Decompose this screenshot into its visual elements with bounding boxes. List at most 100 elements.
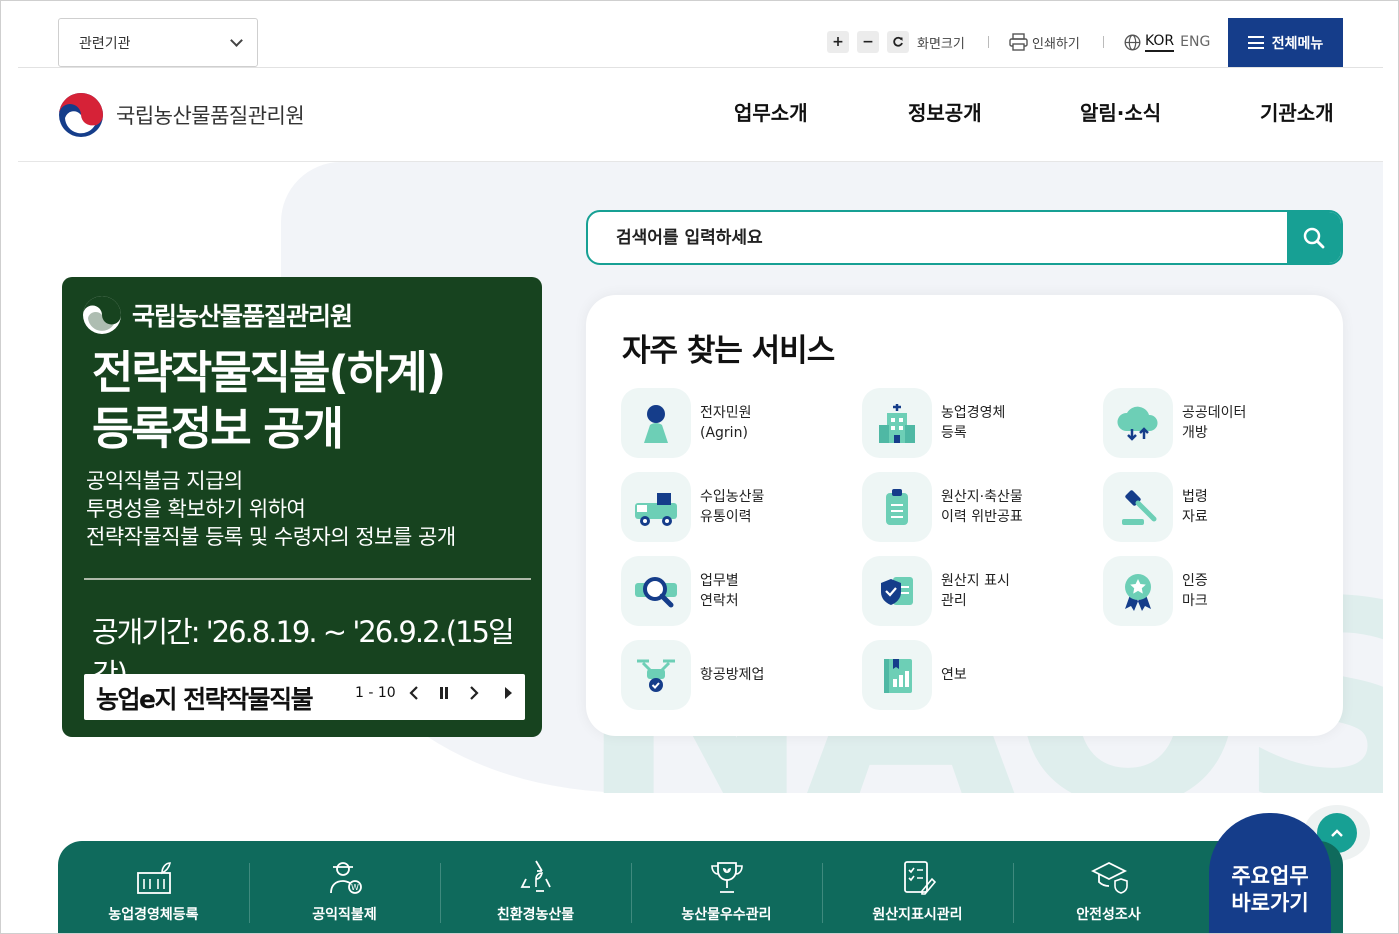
service-label: 공공데이터 개방 <box>1182 405 1247 441</box>
banner-title-line: 등록정보 공개 <box>92 402 344 455</box>
taegeuk-emblem-icon <box>59 93 103 137</box>
service-label: 전자민원 (Agrin) <box>700 405 752 441</box>
service-item-cert-mark[interactable]: 인증 마크 <box>1103 556 1208 626</box>
service-label: 연보 <box>941 667 967 683</box>
quick-label: 농산물우수관리 <box>681 907 772 923</box>
trophy-leaf-icon <box>711 862 743 893</box>
banner-desc-line: 공익직불금 지급의 <box>86 469 243 493</box>
service-label: 업무별 연락처 <box>700 573 739 609</box>
gavel-icon <box>1122 490 1157 525</box>
service-item-aerial-pest[interactable]: 항공방제업 <box>621 640 764 710</box>
banner-title: 전략작물직불(하계) 등록정보 공개 <box>92 345 446 457</box>
globe-icon <box>1124 34 1141 50</box>
language-switch: KOR ENG <box>1124 30 1210 54</box>
nav-item-disclosure[interactable]: 정보공개 <box>908 97 982 126</box>
recycle-leaf-icon <box>520 860 551 892</box>
frequent-services-panel: 자주 찾는 서비스 전자민원 (Agrin) 농업경영체 등록 공공데이터 개방… <box>586 295 1343 736</box>
banner-link[interactable]: 농업e지 전략작물직불 <box>96 680 321 716</box>
service-label: 수입농산물 유통이력 <box>700 489 765 525</box>
zoom-label: 화면크기 <box>917 36 965 52</box>
service-item-import-history[interactable]: 수입농산물 유통이력 <box>621 472 764 542</box>
search-box <box>586 210 1343 265</box>
printer-icon <box>1009 33 1028 51</box>
quick-item-eco-products[interactable]: 친환경농산물 <box>440 841 631 933</box>
emblem-icon <box>83 296 121 334</box>
banner-play-button[interactable] <box>502 684 514 707</box>
search-button[interactable] <box>1287 212 1341 263</box>
zoom-out-button[interactable]: − <box>857 31 879 53</box>
chevron-down-icon <box>230 33 243 47</box>
divider <box>988 36 989 48</box>
refresh-icon <box>893 36 903 47</box>
lang-kor-link[interactable]: KOR <box>1145 33 1175 52</box>
promo-banner[interactable]: 국립농산물품질관리원 전략작물직불(하계) 등록정보 공개 공익직불금 지급의 … <box>62 277 542 737</box>
service-item-origin-violation[interactable]: 원산지·축산물 이력 위반공표 <box>862 472 1023 542</box>
all-menu-button[interactable]: 전체메뉴 <box>1228 18 1343 67</box>
banner-counter: 1 - 10 <box>355 685 396 701</box>
lang-eng-link[interactable]: ENG <box>1180 34 1210 50</box>
service-label: 인증 마크 <box>1182 573 1208 609</box>
quick-label: 공익직불제 <box>312 907 377 923</box>
divider <box>18 67 1383 68</box>
quick-item-gap[interactable]: 농산물우수관리 <box>631 841 822 933</box>
related-org-select[interactable]: 관련기관 <box>58 18 258 67</box>
cloud-icon <box>1117 406 1158 441</box>
quick-service-bar: 농업경영체등록 W 공익직불제 친환경농산물 농산물우수관리 원산지표시관리 안… <box>58 841 1343 933</box>
service-item-contacts[interactable]: 업무별 연락처 <box>621 556 739 626</box>
banner-pause-button[interactable] <box>438 684 450 707</box>
zoom-reset-button[interactable] <box>887 31 909 53</box>
clipboard-icon <box>886 489 908 525</box>
nav-item-about[interactable]: 기관소개 <box>1260 97 1334 126</box>
services-title: 자주 찾는 서비스 <box>622 333 835 369</box>
banner-prev-button[interactable] <box>408 684 420 707</box>
shield-document-icon <box>881 577 913 605</box>
main-tasks-label: 바로가기 <box>1231 891 1309 915</box>
zoom-controls: + − 화면크기 <box>827 30 965 54</box>
service-label: 법령 자료 <box>1182 489 1208 525</box>
drone-icon <box>637 659 675 692</box>
search-input[interactable] <box>588 212 1288 263</box>
quick-item-farm-register[interactable]: 농업경영체등록 <box>58 841 249 933</box>
banner-desc-line: 투명성을 확보하기 위하여 <box>86 497 306 521</box>
farm-building-icon <box>137 862 171 894</box>
site-logo[interactable]: 국립농산물품질관리원 <box>58 92 305 138</box>
quick-item-safety-survey[interactable]: 안전성조사 <box>1013 841 1204 933</box>
play-icon <box>505 687 512 699</box>
service-item-annual-report[interactable]: 연보 <box>862 640 967 710</box>
search-magnifier-icon <box>635 577 677 608</box>
nav-item-work[interactable]: 업무소개 <box>734 97 808 126</box>
main-tasks-label: 주요업무 <box>1231 864 1309 888</box>
zoom-in-button[interactable]: + <box>827 31 849 53</box>
org-name: 국립농산물품질관리원 <box>116 104 305 128</box>
quick-item-origin-label[interactable]: 원산지표시관리 <box>822 841 1013 933</box>
chevron-up-icon <box>1331 829 1343 837</box>
print-button[interactable]: 인쇄하기 <box>1009 30 1080 54</box>
hamburger-icon <box>1247 36 1264 49</box>
banner-title-line: 전략작물직불(하계) <box>92 346 446 399</box>
quick-item-direct-payment[interactable]: W 공익직불제 <box>249 841 440 933</box>
nav-item-news[interactable]: 알림·소식 <box>1080 97 1161 126</box>
building-icon <box>879 404 915 443</box>
search-icon <box>1303 227 1325 248</box>
service-item-farm-register[interactable]: 농업경영체 등록 <box>862 388 1005 458</box>
chevron-left-icon <box>409 686 418 700</box>
page: 관련기관 + − 화면크기 인쇄하기 KOR ENG 전체메뉴 국립농산물품질관… <box>0 0 1399 934</box>
truck-icon <box>635 493 677 526</box>
banner-next-button[interactable] <box>468 684 480 707</box>
banner-org-name: 국립농산물품질관리원 <box>132 302 353 331</box>
checklist-pen-icon <box>904 861 937 895</box>
service-item-agrin[interactable]: 전자민원 (Agrin) <box>621 388 752 458</box>
main-tasks-shortcut-button[interactable]: 주요업무 바로가기 <box>1209 813 1331 933</box>
divider <box>1103 36 1104 48</box>
service-item-laws[interactable]: 법령 자료 <box>1103 472 1208 542</box>
banner-desc-line: 전략작물직불 등록 및 수령자의 정보를 공개 <box>86 525 456 549</box>
service-label: 농업경영체 등록 <box>941 405 1006 441</box>
service-item-public-data[interactable]: 공공데이터 개방 <box>1103 388 1246 458</box>
service-label: 항공방제업 <box>700 667 765 683</box>
related-org-label: 관련기관 <box>79 35 131 52</box>
quick-label: 친환경농산물 <box>496 907 575 923</box>
chevron-right-icon <box>470 686 479 700</box>
service-label: 원산지·축산물 이력 위반공표 <box>941 489 1023 525</box>
print-label: 인쇄하기 <box>1032 36 1080 52</box>
service-item-origin-label[interactable]: 원산지 표시 관리 <box>862 556 1010 626</box>
